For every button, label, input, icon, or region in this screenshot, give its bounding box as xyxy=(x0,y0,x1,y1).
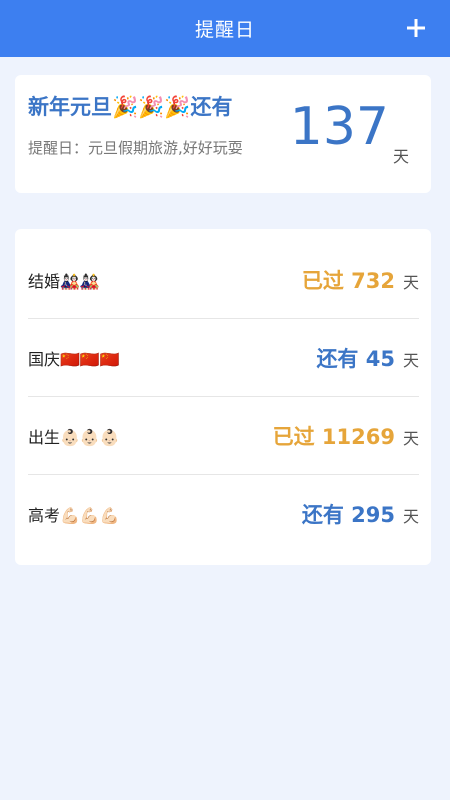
event-status: 还有 295 xyxy=(301,503,395,527)
event-status: 还有 45 xyxy=(316,347,395,371)
page-title: 提醒日 xyxy=(194,19,255,41)
event-status-group: 已过 11269 天 xyxy=(273,421,419,451)
event-status-group: 已过 732 天 xyxy=(302,265,419,295)
event-row-birth[interactable]: 出生👶🏻👶🏻👶🏻 已过 11269 天 xyxy=(28,397,419,475)
event-status: 已过 11269 xyxy=(272,425,395,449)
highlight-subtitle: 提醒日：元旦假期旅游,好好玩耍 xyxy=(28,139,243,157)
event-status: 已过 732 xyxy=(301,269,395,293)
event-unit: 天 xyxy=(402,507,419,526)
top-bar: 提醒日 xyxy=(0,0,450,57)
event-row-exam[interactable]: 高考💪🏻💪🏻💪🏻 还有 295 天 xyxy=(28,475,419,553)
event-row-wedding[interactable]: 结婚🎎🎎 已过 732 天 xyxy=(28,241,419,319)
add-button[interactable] xyxy=(398,10,434,46)
highlight-unit: 天 xyxy=(392,147,409,166)
event-row-national-day[interactable]: 国庆🇨🇳🇨🇳🇨🇳 还有 45 天 xyxy=(28,319,419,397)
event-status-group: 还有 45 天 xyxy=(316,343,419,373)
highlight-days: 137 xyxy=(289,97,389,157)
event-status-group: 还有 295 天 xyxy=(302,499,419,529)
event-name: 国庆🇨🇳🇨🇳🇨🇳 xyxy=(28,350,120,369)
highlight-card[interactable]: 新年元旦🎉🎉🎉还有 提醒日：元旦假期旅游,好好玩耍 137 天 xyxy=(15,75,431,193)
event-name: 出生👶🏻👶🏻👶🏻 xyxy=(28,428,120,447)
event-name: 结婚🎎🎎 xyxy=(28,272,100,291)
event-unit: 天 xyxy=(402,273,419,292)
event-unit: 天 xyxy=(402,429,419,448)
event-name: 高考💪🏻💪🏻💪🏻 xyxy=(28,506,120,525)
highlight-title: 新年元旦🎉🎉🎉还有 xyxy=(28,95,233,119)
event-unit: 天 xyxy=(402,351,419,370)
event-list: 结婚🎎🎎 已过 732 天 国庆🇨🇳🇨🇳🇨🇳 还有 45 天 出生👶🏻👶🏻👶🏻 … xyxy=(15,229,431,565)
plus-icon xyxy=(407,19,425,37)
